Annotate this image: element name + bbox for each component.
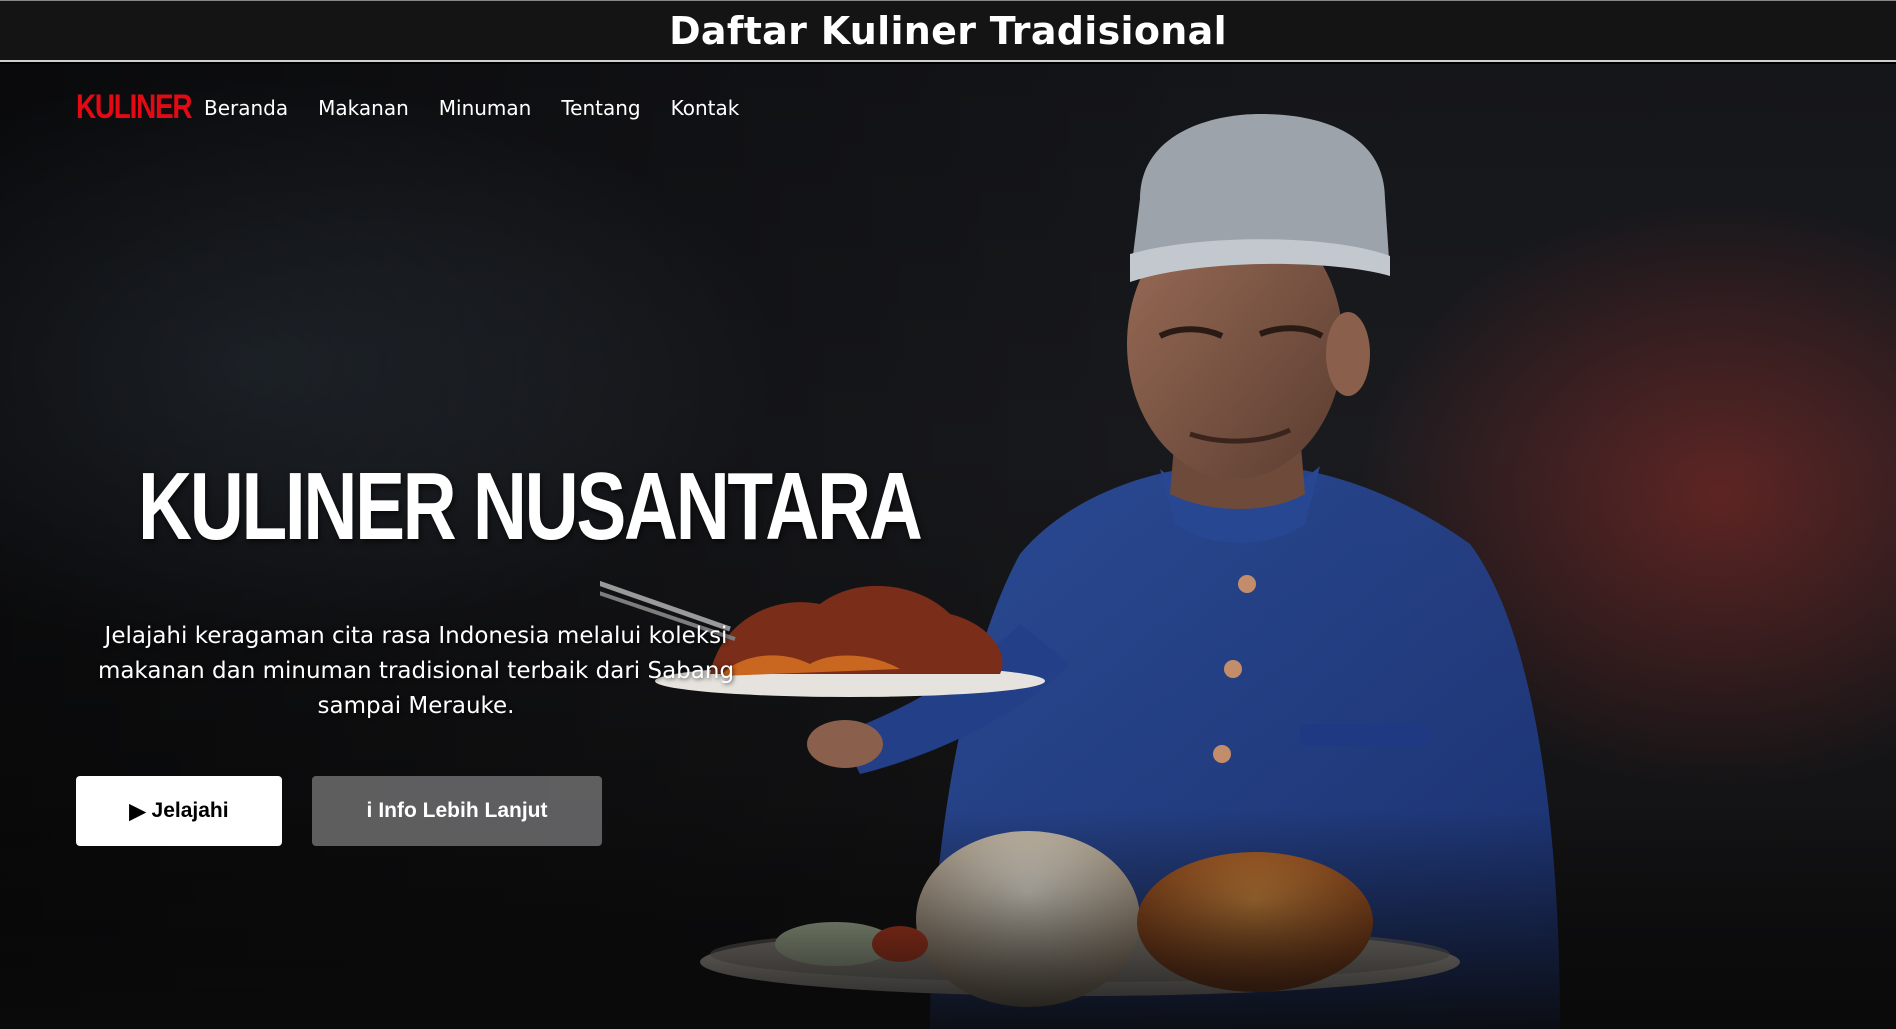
hero-content: KULINER NUSANTARA Jelajahi keragaman cit… xyxy=(76,453,923,846)
more-info-button-label: Info Lebih Lanjut xyxy=(378,799,548,822)
hero-description: Jelajahi keragaman cita rasa Indonesia m… xyxy=(97,623,735,719)
explore-button-label: Jelajahi xyxy=(151,799,229,822)
page-title: Daftar Kuliner Tradisional xyxy=(669,8,1227,53)
hero-actions: ▶ Jelajahi i Info Lebih Lanjut xyxy=(76,776,836,846)
page-header: Daftar Kuliner Tradisional xyxy=(0,0,1896,62)
nav-link-beranda[interactable]: Beranda xyxy=(204,96,288,120)
main-navbar: KULINER Beranda Makanan Minuman Tentang … xyxy=(76,88,739,127)
info-icon: i xyxy=(366,799,373,822)
hero-banner: KULINER Beranda Makanan Minuman Tentang … xyxy=(0,64,1896,1029)
nav-link-kontak[interactable]: Kontak xyxy=(671,96,740,120)
nav-link-minuman[interactable]: Minuman xyxy=(439,96,532,120)
more-info-button[interactable]: i Info Lebih Lanjut xyxy=(312,776,602,846)
play-icon: ▶ xyxy=(129,799,146,823)
explore-button[interactable]: ▶ Jelajahi xyxy=(76,776,282,846)
nav-link-tentang[interactable]: Tentang xyxy=(561,96,640,120)
nav-link-makanan[interactable]: Makanan xyxy=(318,96,409,120)
brand-logo[interactable]: KULINER xyxy=(76,88,193,127)
hero-title: KULINER NUSANTARA xyxy=(138,453,923,560)
